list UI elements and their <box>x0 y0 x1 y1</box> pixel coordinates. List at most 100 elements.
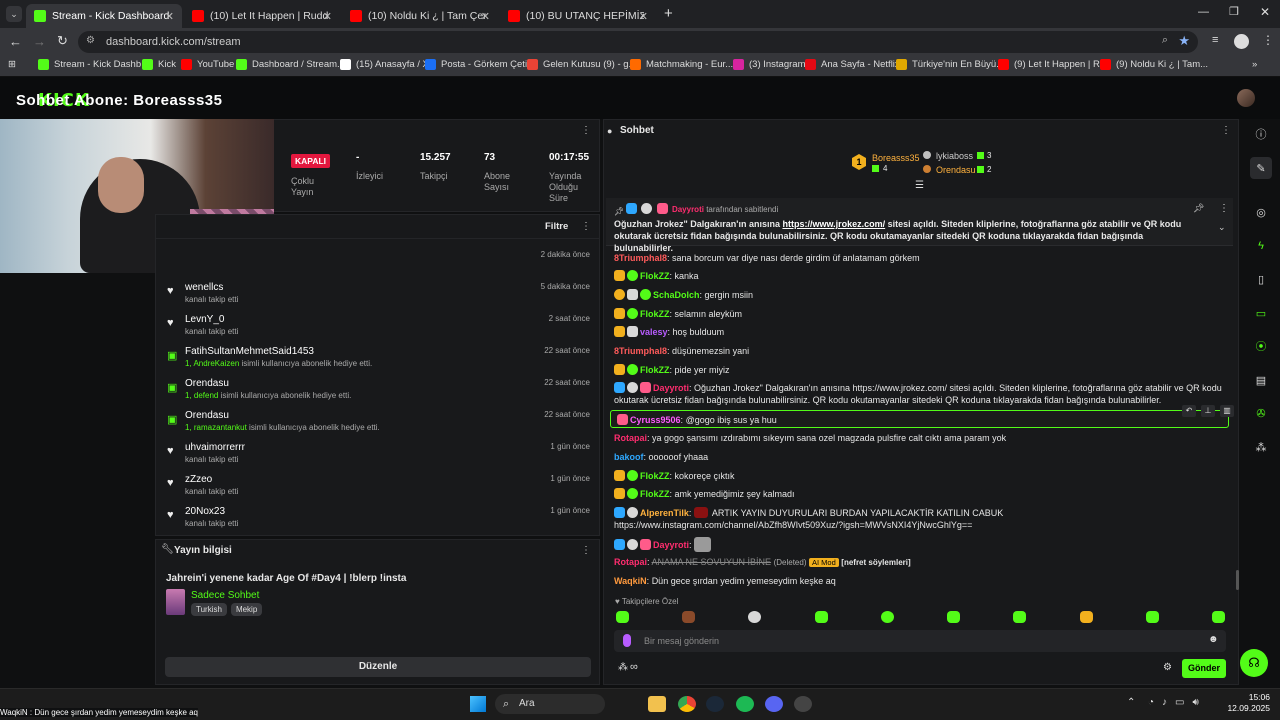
url-input[interactable]: ⚙ dashboard.kick.com/stream ⌕ ★ <box>78 31 1198 53</box>
emote-icon[interactable] <box>748 611 761 623</box>
stream-info-menu-icon[interactable]: ⋮ <box>581 545 591 556</box>
activity-item[interactable]: ▣ Orendasu 1, defend isimli kullanıcıya … <box>165 375 590 407</box>
tag-chip[interactable]: Mekip <box>230 603 263 616</box>
chat-message[interactable]: WaqkiN: Dün gece şırdan yedim yemeseydim… <box>614 575 1224 587</box>
chat-menu-icon[interactable]: ⋮ <box>1221 125 1231 136</box>
bookmark-star-icon[interactable]: ★ <box>1178 33 1190 49</box>
chat-message[interactable]: valesy: hoş bulduum <box>614 326 1224 338</box>
app-icon[interactable] <box>765 696 783 712</box>
filter-button[interactable]: Filtre <box>545 221 568 232</box>
chat-message[interactable]: Dayyroti: Oğuzhan Jrokez" Dalgakıran'ın … <box>614 382 1224 406</box>
activity-item[interactable]: ▣ Orendasu 1, ramazantankut isimli kulla… <box>165 407 590 439</box>
emote-icon[interactable] <box>616 611 629 623</box>
chat-message[interactable]: Rotapai: ya gogo şansımı ızdırabımı sıke… <box>614 432 1224 444</box>
chrome-icon[interactable] <box>678 696 696 712</box>
close-tab-icon[interactable]: ✕ <box>165 10 174 23</box>
user-avatar[interactable] <box>1237 89 1255 107</box>
emote-icon[interactable] <box>1212 611 1225 623</box>
bookmark-item[interactable]: Kick <box>142 59 176 70</box>
bookmark-item[interactable]: Stream - Kick Dashb... <box>38 59 149 70</box>
close-window-icon[interactable]: ✕ <box>1260 5 1270 19</box>
pinned-menu-icon[interactable]: ⋮ <box>1219 203 1229 214</box>
activity-item[interactable]: ♥ wenellcs kanalı takip etti 5 dakika ön… <box>165 279 590 311</box>
emote-icon[interactable] <box>1080 611 1093 623</box>
mic-icon[interactable] <box>623 634 631 647</box>
flash-icon[interactable]: ϟ <box>1250 235 1272 257</box>
close-tab-icon[interactable]: ✕ <box>639 10 648 23</box>
activity-item[interactable]: ♥ zZzeo kanalı takip etti 1 gün önce <box>165 471 590 503</box>
bookmark-item[interactable]: Matchmaking - Eur... <box>630 59 733 70</box>
chat-message[interactable]: FlokZZ: pide yer miyiz <box>614 364 1224 376</box>
gift-options-icon[interactable]: ⁂ <box>618 662 628 673</box>
pinned-link[interactable]: https://www.jrokez.com/ <box>782 219 885 229</box>
bookmark-item[interactable]: Ana Sayfa - Netflix <box>805 59 900 70</box>
emote-icon[interactable] <box>1146 611 1159 623</box>
chat-message[interactable]: FlokZZ: kanka <box>614 270 1224 282</box>
pinned-expand-icon[interactable]: ⌄ <box>1218 222 1226 233</box>
tab-youtube-3[interactable]: (10) BU UTANÇ HEPİMİZİN | Ma ✕ <box>500 4 656 28</box>
bookmark-item[interactable]: Posta - Görkem Çeti... <box>425 59 535 70</box>
stats-menu-icon[interactable]: ⋮ <box>581 125 591 136</box>
tab-youtube-1[interactable]: (10) Let It Happen | Ruddy - Yo ✕ <box>184 4 340 28</box>
bookmark-item[interactable]: (3) Instagram <box>733 59 806 70</box>
document-icon[interactable]: ▯ <box>1250 268 1272 290</box>
tab-youtube-2[interactable]: (10) Noldu Ki ¿ | Tam Çerezlik | ✕ <box>342 4 498 28</box>
taskbar-search[interactable]: ⌕ Ara <box>495 694 605 714</box>
minimize-icon[interactable]: — <box>1198 6 1209 18</box>
reload-icon[interactable]: ↻ <box>57 33 68 49</box>
chat-message[interactable]: FlokZZ: amk yemediğimiz şey kalmadı <box>614 488 1224 500</box>
chat-message[interactable]: SchaDolch: gergin msiin <box>614 289 1224 301</box>
emoji-icon[interactable]: ☻ <box>1208 634 1219 645</box>
chat-scrollbar[interactable] <box>1236 570 1239 590</box>
more-bookmarks-icon[interactable]: » <box>1252 59 1257 70</box>
activity-item[interactable]: 2 dakika önce <box>165 247 590 279</box>
bookmark-item[interactable]: Türkiye'nin En Büyü... <box>896 59 1004 70</box>
emote-icon[interactable] <box>682 611 695 623</box>
category-name[interactable]: Sadece Sohbet <box>191 590 259 601</box>
chat-message[interactable]: 8Triumphal8: sana borcum var diye nası d… <box>614 252 1224 264</box>
chat-message[interactable]: 8Triumphal8: düşünemezsin yani <box>614 345 1224 357</box>
forward-icon[interactable]: → <box>33 34 46 49</box>
chat-message[interactable]: AlperenTilk: ARTIK YAYIN DUYURULARI BURD… <box>614 507 1224 531</box>
chat-message[interactable]: FlokZZ: kokoreçe çıktık <box>614 470 1224 482</box>
bookmark-item[interactable]: Dashboard / Stream... <box>236 59 345 70</box>
people-icon[interactable]: ⁂ <box>1250 436 1272 458</box>
tray-chevron-icon[interactable]: ⌃ <box>1127 697 1135 708</box>
spotify-icon[interactable] <box>736 696 754 712</box>
edit-button[interactable]: Düzenle <box>165 657 591 677</box>
leaderboard-second-name[interactable]: lykiaboss <box>936 151 973 161</box>
tab-list-button[interactable]: ⌄ <box>6 6 22 22</box>
emote-icon[interactable] <box>815 611 828 623</box>
chat-message[interactable]: FlokZZ: selamın aleyküm <box>614 308 1224 320</box>
obs-icon[interactable] <box>794 696 812 712</box>
close-tab-icon[interactable]: ✕ <box>323 10 332 23</box>
tag-chip[interactable]: Turkish <box>191 603 227 616</box>
bookmark-item[interactable]: Gelen Kutusu (9) - g... <box>527 59 636 70</box>
media-icon[interactable]: ≡ <box>1212 34 1218 46</box>
support-button[interactable]: ☊ <box>1240 649 1268 677</box>
leaderboard-first-name[interactable]: Boreasss35 <box>872 153 920 163</box>
explorer-icon[interactable] <box>648 696 666 712</box>
bookmark-item[interactable]: (15) Anasayfa / X <box>340 59 429 70</box>
bookmark-item[interactable]: YouTube <box>181 59 234 70</box>
emote-icon[interactable] <box>1013 611 1026 623</box>
broadcast-icon[interactable]: ⦿ <box>1250 335 1272 357</box>
tray-icons[interactable]: ◔♪▭🔊︎ <box>1148 697 1207 708</box>
activity-item[interactable]: ▣ FatihSultanMehmetSaid1453 1, AndreKaiz… <box>165 343 590 375</box>
pin-message-icon[interactable]: ⊥ <box>1201 405 1215 417</box>
leaderboard-expand-icon[interactable]: ☰ <box>915 180 924 191</box>
edit-icon[interactable]: ✎ <box>1250 157 1272 179</box>
clock[interactable]: 15:06 12.09.2025 <box>1222 692 1270 714</box>
infinity-icon[interactable]: ∞ <box>630 661 638 673</box>
bookmark-item[interactable]: (9) Noldu Ki ¿ | Tam... <box>1100 59 1208 70</box>
site-info-icon[interactable]: ⚙ <box>86 35 95 46</box>
back-icon[interactable]: ← <box>9 34 22 49</box>
chat-message-deleted[interactable]: Rotapai: ANAMA NE SOVUYUN İBİNE (Deleted… <box>614 556 1224 569</box>
chat-bubble-icon[interactable]: ▭ <box>1250 302 1272 324</box>
chat-message[interactable]: Cyruss9506: @gogo ibiş sus ya huu <box>617 414 1227 426</box>
activity-menu-icon[interactable]: ⋮ <box>581 221 591 232</box>
emote-icon[interactable] <box>947 611 960 623</box>
steam-icon[interactable] <box>706 696 724 712</box>
chat-settings-icon[interactable]: ⚙ <box>1163 662 1172 673</box>
apps-icon[interactable]: ⊞ <box>8 59 16 70</box>
